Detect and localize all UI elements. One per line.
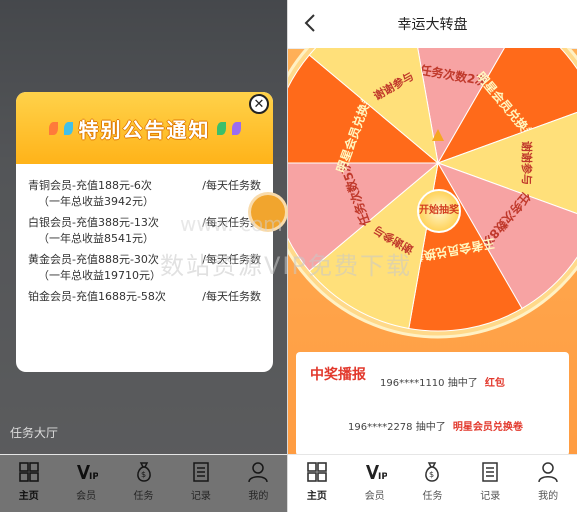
lucky-wheel[interactable]: 任务次数2次 明星会员兑换卷 谢谢参与 任务次数8次 王者会员兑换卷 谢谢参与 任务次数5次… (288, 48, 577, 348)
leaf-icon (216, 121, 226, 135)
notice-line: 黄金会员-充值888元-30次/每天任务数 (28, 253, 261, 266)
winner-row: 196****2278 抽中了 明星会员兑换卷 (348, 422, 523, 433)
notice-line: （一年总收益3942元） (38, 195, 154, 208)
notice-line: （一年总收益19710元） (38, 269, 161, 282)
money-bag-icon: $ (136, 462, 151, 482)
tab-record[interactable]: 记录 (172, 455, 229, 512)
tab-home[interactable]: 主页 (0, 455, 57, 512)
tab-vip[interactable]: IP 会员 (346, 455, 404, 512)
grid-icon (18, 462, 39, 482)
document-icon (482, 462, 499, 482)
winner-row: 196****1110 抽中了 红包 (380, 378, 505, 389)
grid-icon (307, 462, 327, 482)
winners-title: 中奖播报 (310, 367, 366, 383)
svg-text:IP: IP (378, 472, 387, 482)
tab-label: 记录 (190, 491, 211, 502)
announcement-popup: 特别公告通知 青铜会员-充值188元-6次/每天任务数 （一年总收益3942元）… (16, 92, 273, 372)
user-icon (248, 462, 269, 483)
svg-text:$: $ (141, 470, 146, 479)
document-icon (193, 462, 209, 482)
svg-text:IP: IP (89, 472, 98, 482)
notice-line: 青铜会员-充值188元-6次/每天任务数 (28, 179, 261, 192)
close-icon[interactable]: ✕ (249, 94, 269, 114)
tab-label: 会员 (76, 491, 97, 502)
notice-line: 铂金会员-充值1688元-58次/每天任务数 (28, 290, 261, 303)
page-title: 幸运大转盘 (397, 17, 468, 33)
tab-bar: 主页 IP 会员 $ 任务 记录 我的 (0, 454, 287, 512)
winners-broadcast: 中奖播报 196****1110 抽中了 红包 196****2278 抽中了 … (296, 352, 569, 456)
nav-bar: 幸运大转盘 (288, 0, 577, 49)
tab-vip[interactable]: IP 会员 (57, 455, 114, 512)
popup-header: 特别公告通知 (16, 92, 273, 164)
back-icon[interactable] (300, 12, 322, 34)
tab-label: 会员 (364, 491, 385, 502)
leaf-icon (48, 121, 58, 135)
section-label-task-hall: 任务大厅 (10, 426, 59, 440)
tab-bar: 主页 IP 会员 $ 任务 记录 我的 (288, 454, 577, 512)
tab-mine[interactable]: 我的 (230, 455, 287, 512)
leaf-icon (63, 121, 73, 135)
tab-mine[interactable]: 我的 (519, 455, 577, 512)
tab-label: 任务 (133, 491, 154, 502)
leaf-icon (231, 121, 241, 135)
notice-line: 白银会员-充值388元-13次/每天任务数 (28, 216, 261, 229)
tab-label: 我的 (538, 491, 559, 502)
vip-icon: IP (365, 465, 387, 482)
tab-task[interactable]: $ 任务 (115, 455, 172, 512)
tab-task[interactable]: $ 任务 (404, 455, 462, 512)
tab-label: 主页 (306, 491, 327, 502)
popup-title: 特别公告通知 (78, 117, 211, 142)
svg-text:$: $ (429, 470, 434, 479)
tab-record[interactable]: 记录 (461, 455, 519, 512)
wheel-segment-label: 谢谢参与 (520, 141, 534, 185)
start-draw-button[interactable]: 开始抽奖 (417, 189, 461, 233)
notice-line: （一年总收益8541元） (38, 232, 154, 245)
left-screen: 任务大厅 特别公告通知 青铜会员-充值188元-6次/每天任务数 （一年总收益3… (0, 0, 287, 512)
tab-home[interactable]: 主页 (288, 455, 346, 512)
tab-label: 任务 (422, 491, 443, 502)
money-bag-icon: $ (425, 462, 440, 482)
tab-label: 主页 (18, 491, 39, 502)
popup-body: 青铜会员-充值188元-6次/每天任务数 （一年总收益3942元） 白银会员-充… (16, 164, 273, 305)
user-icon (538, 462, 558, 483)
tab-label: 我的 (248, 491, 269, 502)
vip-icon: IP (77, 465, 98, 482)
tab-label: 记录 (480, 491, 501, 502)
right-screen: 幸运大转盘 任务次数2次 明星会员兑换卷 谢谢参与 任务次数8次 王者会员兑换卷 谢谢参与… (288, 0, 577, 512)
